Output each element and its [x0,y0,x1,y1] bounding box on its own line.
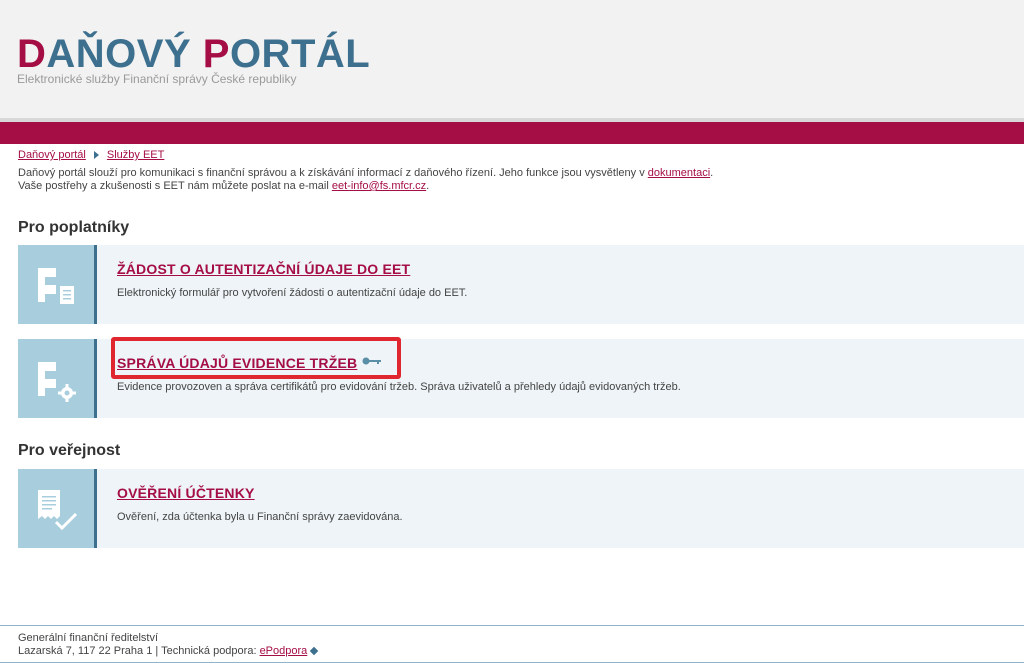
documentation-link[interactable]: dokumentaci [648,167,710,179]
logo-word-portal: ORTÁL [229,32,371,76]
site-footer: Generální finanční ředitelství Lazarská … [18,632,319,658]
card-records-desc: Evidence provozoven a správa certifikátů… [117,381,681,393]
footer-bottom-line [0,662,1024,663]
nav-bar [0,122,1024,144]
footer-divider [0,625,1024,626]
section-title-taxpayers: Pro poplatníky [18,219,130,236]
intro-line1-end: . [710,167,714,179]
form-icon [38,268,74,304]
intro-line2: Vaše postřehy a zkušenosti s EET nám můž… [18,180,332,192]
card-receipt-stripe [94,469,97,548]
card-receipt-verify[interactable]: OVĚŘENÍ ÚČTENKY Ověření, zda účtenka byl… [18,469,1024,548]
intro-line2-end: . [426,180,430,192]
site-tagline: Elektronické služby Finanční správy Česk… [17,72,297,86]
section-title-public: Pro veřejnost [18,442,121,459]
site-header: DAŇOVÝ PORTÁL Elektronické služby Finanč… [0,0,1024,118]
breadcrumb-home-link[interactable]: Daňový portál [18,149,86,161]
card-auth-title-link[interactable]: ŽÁDOST O AUTENTIZAČNÍ ÚDAJE DO EET [117,261,410,277]
receipt-check-icon [38,490,78,531]
external-link-icon [310,646,319,656]
logo-letter-p: P [202,32,230,76]
breadcrumb-current-link[interactable]: Služby EET [107,149,164,161]
card-auth-request[interactable]: ŽÁDOST O AUTENTIZAČNÍ ÚDAJE DO EET Elekt… [18,245,1024,324]
card-records-icon-box [18,339,94,418]
card-auth-icon-box [18,245,94,324]
breadcrumb: Daňový portál Služby EET [18,149,164,161]
email-link[interactable]: eet-info@fs.mfcr.cz [332,180,426,192]
intro-text: Daňový portál slouží pro komunikaci s fi… [18,167,1018,193]
card-records-stripe [94,339,97,418]
key-icon [362,357,381,365]
card-auth-stripe [94,245,97,324]
highlight-box [111,337,401,379]
support-link[interactable]: ePodpora [260,645,308,657]
footer-org-name: Generální finanční ředitelství [18,632,159,644]
logo-word-danovy: AŇOVÝ [46,32,203,76]
logo-letter-d: D [17,32,47,76]
intro-line1: Daňový portál slouží pro komunikaci s fi… [18,167,648,179]
card-receipt-desc: Ověření, zda účtenka byla u Finanční spr… [117,511,403,523]
settings-form-icon [38,362,76,402]
breadcrumb-arrow-icon [93,151,99,160]
card-receipt-icon-box [18,469,94,548]
card-receipt-title-link[interactable]: OVĚŘENÍ ÚČTENKY [117,485,255,501]
footer-address: Lazarská 7, 117 22 Praha 1 | Technická p… [18,645,260,657]
card-auth-desc: Elektronický formulář pro vytvoření žádo… [117,287,468,299]
site-logo[interactable]: DAŇOVÝ PORTÁL [17,34,370,74]
